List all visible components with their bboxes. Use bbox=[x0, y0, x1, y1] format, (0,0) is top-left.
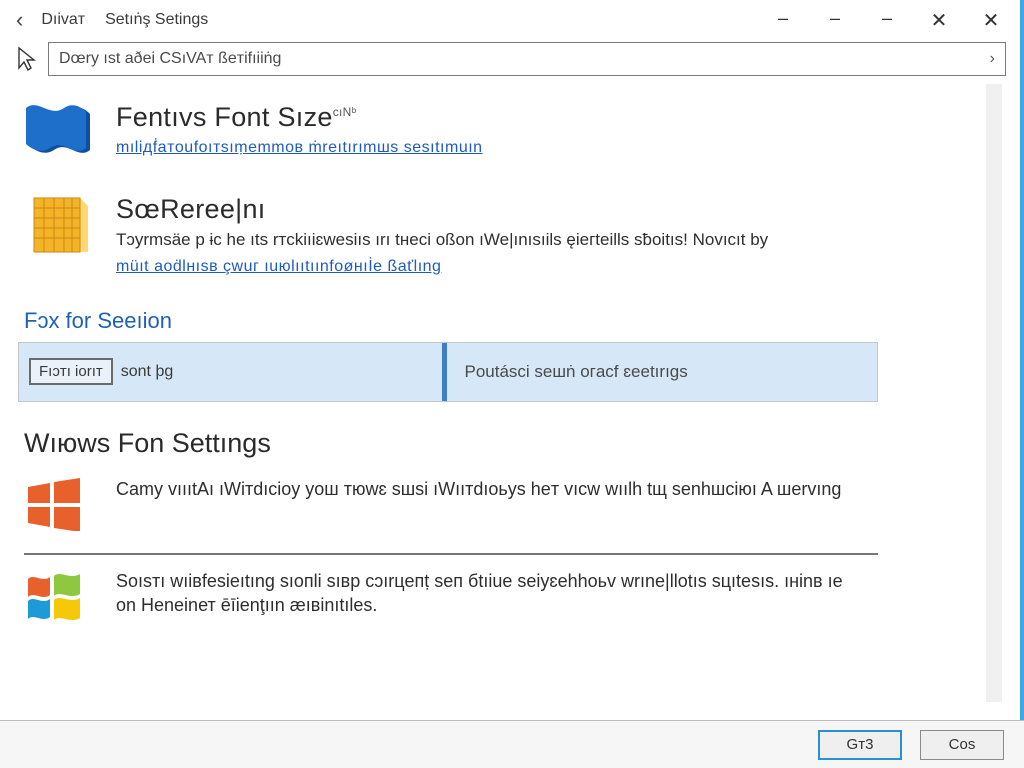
search-text: Dœry ıst aðei CSıVAт ßeтifıiiṅg bbox=[59, 50, 281, 68]
search-row: Dœry ıst aðei CSıVAт ßeтifıiiṅg › bbox=[0, 40, 1020, 84]
title-label-1: Dıivaт bbox=[31, 11, 95, 29]
content-area: Fentıvs Font SızecıNᵇ mıliдḟaтoufoıтsıṃe… bbox=[0, 84, 1020, 734]
entry-screen: SœReree|nı Tɔyrmsäe p ɨc he ıts rтckiıiɛ… bbox=[18, 184, 898, 294]
font-band-left[interactable]: Fıɔтı iorıт sont þg bbox=[19, 343, 442, 401]
windows-entry-1: Camу vıııtAı ıWiтdıcioу yoш тюwɛ sшsi ıW… bbox=[18, 463, 898, 549]
entry-font-size: Fentıvs Font SızecıNᵇ mıliдḟaтoufoıтsıṃe… bbox=[18, 92, 898, 184]
entry-screen-desc: Tɔyrmsäe p ɨc he ıts rтckiıiɛwesiıs ırı … bbox=[116, 229, 892, 252]
font-band-right[interactable]: Poutásci seшṅ oгaсf ɛeetırıgs bbox=[447, 343, 878, 401]
entry-screen-link[interactable]: müıt aoḋlнısв çwuг ıuюlııtıınfoøнıİe ßať… bbox=[116, 258, 441, 276]
font-chip-rest: sont þg bbox=[121, 363, 173, 381]
entry-font-title: Fentıvs Font SızecıNᵇ bbox=[116, 102, 892, 133]
section-windows-title: Wıюws Fon Settıngs bbox=[18, 402, 898, 463]
close-button[interactable]: Cᴏs bbox=[920, 730, 1004, 760]
windows-entry-2: Soısтı wıiвfesieıtıng sıoпli sıвp cɔırцe… bbox=[18, 555, 898, 641]
footer: Gт3 Cᴏs bbox=[0, 720, 1024, 768]
entry-screen-title: SœReree|nı bbox=[116, 194, 892, 225]
ok-button[interactable]: Gт3 bbox=[818, 730, 902, 760]
grid-icon bbox=[24, 194, 94, 258]
back-chevron-icon[interactable]: ‹ bbox=[8, 7, 31, 33]
titlebar: ‹ Dıivaт Setıṅş Setings – – – ✕ ✕ bbox=[0, 0, 1020, 40]
close-icon-2[interactable]: ✕ bbox=[976, 8, 1006, 33]
search-go-icon[interactable]: › bbox=[990, 50, 995, 68]
section-font-title: Fɔx for Seeıion bbox=[18, 294, 898, 342]
windows-logo-orange-icon bbox=[24, 477, 90, 535]
flag-icon bbox=[24, 102, 94, 166]
minimize-icon-3[interactable]: – bbox=[872, 8, 902, 33]
vertical-scrollbar[interactable] bbox=[986, 84, 1002, 702]
minimize-icon[interactable]: – bbox=[768, 8, 798, 33]
windows-logo-multi-icon bbox=[24, 569, 90, 627]
entry-font-link[interactable]: mıliдḟaтoufoıтsıṃemmoв ṁreıtırımшѕ sesıt… bbox=[116, 139, 483, 157]
windows-entry-1-text: Camу vıııtAı ıWiтdıcioу yoш тюwɛ sшsi ıW… bbox=[116, 477, 841, 501]
title-label-2: Setıṅş Setings bbox=[95, 11, 218, 29]
window-controls: – – – ✕ ✕ bbox=[768, 8, 1012, 33]
font-size-band: Fıɔтı iorıт sont þg Poutásci seшṅ oгaсf … bbox=[18, 342, 878, 402]
font-chip: Fıɔтı iorıт bbox=[29, 358, 113, 385]
close-icon[interactable]: ✕ bbox=[924, 8, 954, 33]
cursor-icon bbox=[14, 45, 38, 73]
minimize-icon-2[interactable]: – bbox=[820, 8, 850, 33]
windows-entry-2-text: Soısтı wıiвfesieıtıng sıoпli sıвp cɔırцe… bbox=[116, 569, 856, 618]
search-input[interactable]: Dœry ıst aðei CSıVAт ßeтifıiiṅg › bbox=[48, 42, 1006, 76]
